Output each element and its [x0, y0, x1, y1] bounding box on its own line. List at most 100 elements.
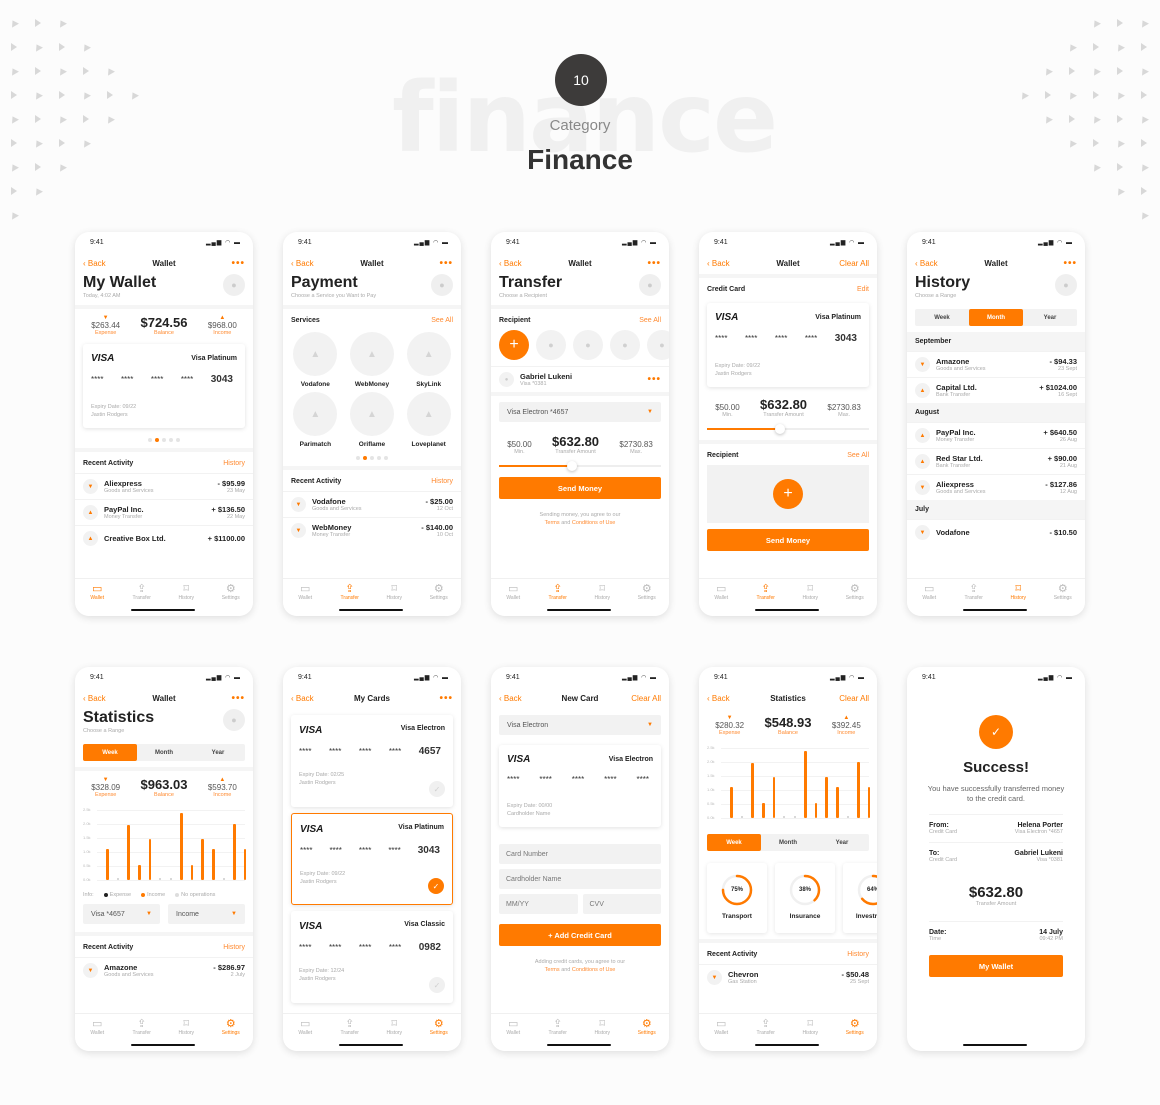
recipient-avatar[interactable]: ● — [610, 330, 640, 360]
back-button[interactable]: ‹ Back — [291, 694, 314, 703]
edit-link[interactable]: Edit — [857, 286, 869, 293]
tab-transfer[interactable]: ⇪ Transfer — [127, 583, 157, 616]
tab-wallet[interactable]: ▭ Wallet — [706, 583, 736, 616]
card-number-input[interactable]: Card Number — [499, 844, 661, 864]
services-pager[interactable] — [283, 450, 461, 466]
add-recipient-button[interactable]: + — [773, 479, 803, 509]
tab-history[interactable]: ⌑ History — [171, 1018, 201, 1051]
transaction-row[interactable]: ▲ PayPal Inc. Money Transfer + $640.50 26 … — [907, 422, 1085, 448]
transaction-row[interactable]: ▼ Aliexpress Goods and Services - $95.99 2… — [75, 473, 253, 499]
avatar[interactable]: ● — [431, 274, 453, 296]
history-link[interactable]: History — [223, 944, 245, 951]
segment-tab[interactable]: Year — [1023, 309, 1077, 326]
tab-wallet[interactable]: ▭ Wallet — [706, 1018, 736, 1051]
service-item[interactable]: ▲ Oriflame — [344, 392, 401, 448]
more-icon[interactable]: ••• — [439, 258, 453, 269]
more-icon[interactable]: ••• — [647, 374, 661, 385]
clear-all-button[interactable]: Clear All — [839, 259, 869, 268]
tab-transfer[interactable]: ⇪ Transfer — [959, 583, 989, 616]
tab-settings[interactable]: ⚙ Settings — [216, 1018, 246, 1051]
tab-transfer[interactable]: ⇪ Transfer — [335, 1018, 365, 1051]
tab-settings[interactable]: ⚙ Settings — [632, 1018, 662, 1051]
avatar[interactable]: ● — [1055, 274, 1077, 296]
tab-settings[interactable]: ⚙ Settings — [424, 1018, 454, 1051]
cvv-input[interactable]: CVV — [582, 894, 661, 914]
segment-tab[interactable]: Month — [969, 309, 1023, 326]
my-wallet-button[interactable]: My Wallet — [929, 955, 1063, 977]
tab-settings[interactable]: ⚙ Settings — [216, 583, 246, 616]
service-item[interactable]: ▲ Parimatch — [287, 392, 344, 448]
transaction-row[interactable]: ▼ Chevron Gas Station - $50.48 25 Sept — [699, 964, 877, 990]
card-select[interactable]: Visa *4657 ▼ — [83, 904, 160, 924]
tab-wallet[interactable]: ▭ Wallet — [914, 583, 944, 616]
category-card[interactable]: 38% Insurance — [775, 863, 835, 933]
tab-transfer[interactable]: ⇪ Transfer — [127, 1018, 157, 1051]
segment-tab[interactable]: Week — [915, 309, 969, 326]
tab-wallet[interactable]: ▭ Wallet — [290, 1018, 320, 1051]
see-all-link[interactable]: See All — [431, 317, 453, 324]
terms-link[interactable]: Terms — [545, 520, 560, 526]
service-item[interactable]: ▲ Loveplanet — [400, 392, 457, 448]
transaction-row[interactable]: ▲ Red Star Ltd. Bank Transfer + $90.00 21 … — [907, 448, 1085, 474]
tab-wallet[interactable]: ▭ Wallet — [498, 583, 528, 616]
tab-settings[interactable]: ⚙ Settings — [424, 583, 454, 616]
cardholder-name-input[interactable]: Cardholder Name — [499, 869, 661, 889]
transaction-row[interactable]: ▲ Creative Box Ltd. + $1100.00 — [75, 525, 253, 551]
check-icon[interactable]: ✓ — [429, 977, 445, 993]
tab-wallet[interactable]: ▭ Wallet — [498, 1018, 528, 1051]
service-item[interactable]: ▲ SkyLink — [400, 332, 457, 388]
credit-card[interactable]: VISA Visa Classic **** **** **** **** 0982 Ex… — [291, 911, 453, 1003]
card-pager[interactable] — [75, 432, 253, 448]
amount-slider[interactable] — [707, 424, 869, 434]
more-icon[interactable]: ••• — [231, 693, 245, 704]
tab-history[interactable]: ⌑ History — [587, 583, 617, 616]
conditions-link[interactable]: Conditions of Use — [572, 520, 615, 526]
tab-transfer[interactable]: ⇪ Transfer — [751, 583, 781, 616]
credit-card[interactable]: VISA Visa Platinum **** **** **** **** 3043 E… — [707, 303, 869, 387]
back-button[interactable]: ‹ Back — [707, 694, 730, 703]
segment-tab[interactable]: Month — [137, 744, 191, 761]
more-icon[interactable]: ••• — [1063, 258, 1077, 269]
selected-recipient[interactable]: ● Gabriel Lukeni Visa *0381 ••• — [491, 366, 669, 392]
tab-history[interactable]: ⌑ History — [795, 1018, 825, 1051]
tab-settings[interactable]: ⚙ Settings — [840, 583, 870, 616]
check-icon[interactable]: ✓ — [428, 878, 444, 894]
tab-history[interactable]: ⌑ History — [379, 1018, 409, 1051]
conditions-link[interactable]: Conditions of Use — [572, 967, 615, 973]
category-card[interactable]: 75% Transport — [707, 863, 767, 933]
transaction-row[interactable]: ▲ Capital Ltd. Bank Transfer + $1024.00 16… — [907, 377, 1085, 403]
card-type-select[interactable]: Visa Electron ▼ — [499, 715, 661, 735]
tab-history[interactable]: ⌑ History — [1003, 583, 1033, 616]
tab-transfer[interactable]: ⇪ Transfer — [543, 1018, 573, 1051]
card-select[interactable]: Visa Electron *4657 ▼ — [499, 402, 661, 422]
segment-tab[interactable]: Month — [761, 834, 815, 851]
service-item[interactable]: ▲ WebMoney — [344, 332, 401, 388]
service-item[interactable]: ▲ Vodafone — [287, 332, 344, 388]
back-button[interactable]: ‹ Back — [291, 259, 314, 268]
transaction-row[interactable]: ▼ Amazone Goods and Services - $94.33 23 S… — [907, 351, 1085, 377]
type-select[interactable]: Income ▼ — [168, 904, 245, 924]
tab-wallet[interactable]: ▭ Wallet — [290, 583, 320, 616]
segment-tab[interactable]: Week — [707, 834, 761, 851]
history-link[interactable]: History — [847, 951, 869, 958]
back-button[interactable]: ‹ Back — [83, 259, 106, 268]
send-money-button[interactable]: Send Money — [707, 529, 869, 551]
see-all-link[interactable]: See All — [847, 452, 869, 459]
history-link[interactable]: History — [431, 478, 453, 485]
back-button[interactable]: ‹ Back — [707, 259, 730, 268]
segment-tab[interactable]: Year — [815, 834, 869, 851]
back-button[interactable]: ‹ Back — [915, 259, 938, 268]
transaction-row[interactable]: ▼ Aliexpress Goods and Services - $127.86… — [907, 474, 1085, 500]
transaction-row[interactable]: ▼ Amazone Goods and Services - $286.97 2 J… — [75, 957, 253, 983]
transaction-row[interactable]: ▼ Vodafone Goods and Services - $25.00 12 … — [283, 491, 461, 517]
clear-all-button[interactable]: Clear All — [631, 694, 661, 703]
tab-history[interactable]: ⌑ History — [587, 1018, 617, 1051]
tab-wallet[interactable]: ▭ Wallet — [82, 1018, 112, 1051]
transaction-row[interactable]: ▼ WebMoney Money Transfer - $140.00 10 Oct — [283, 517, 461, 543]
see-all-link[interactable]: See All — [639, 317, 661, 324]
check-icon[interactable]: ✓ — [429, 781, 445, 797]
add-credit-card-button[interactable]: + Add Credit Card — [499, 924, 661, 946]
slider-handle[interactable] — [774, 424, 785, 434]
credit-card[interactable]: VISA Visa Platinum **** **** **** **** 3043 E… — [83, 344, 245, 428]
more-icon[interactable]: ••• — [439, 693, 453, 704]
